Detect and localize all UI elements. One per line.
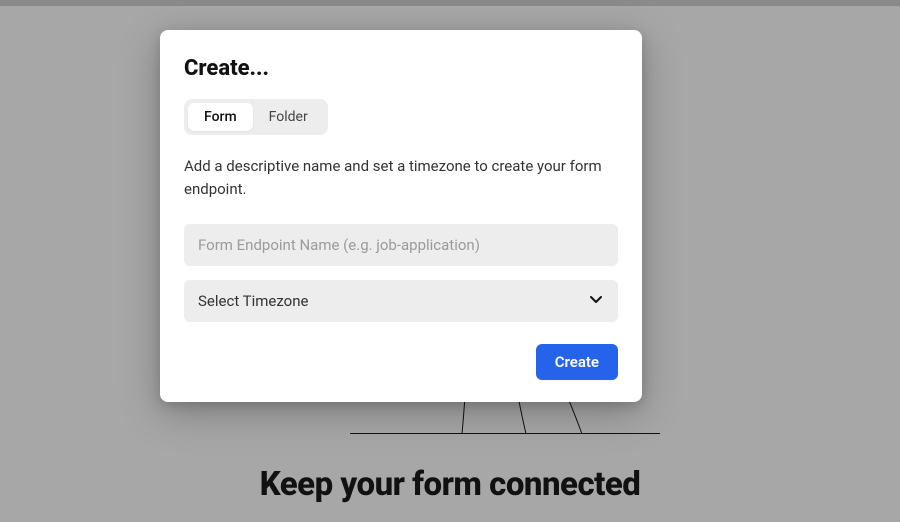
tab-group: Form Folder: [184, 99, 328, 135]
tab-folder[interactable]: Folder: [253, 103, 324, 131]
timezone-select[interactable]: Select Timezone: [184, 280, 618, 322]
timezone-select-wrap[interactable]: Select Timezone: [184, 280, 618, 322]
background-heading: Keep your form connected: [0, 465, 900, 504]
modal-title: Create...: [184, 56, 618, 81]
create-button[interactable]: Create: [536, 344, 618, 380]
tab-form[interactable]: Form: [188, 103, 253, 131]
modal-footer: Create: [184, 344, 618, 380]
modal-description: Add a descriptive name and set a timezon…: [184, 155, 618, 202]
create-modal: Create... Form Folder Add a descriptive …: [160, 30, 642, 402]
form-name-input[interactable]: [184, 224, 618, 266]
top-strip: [0, 0, 900, 6]
